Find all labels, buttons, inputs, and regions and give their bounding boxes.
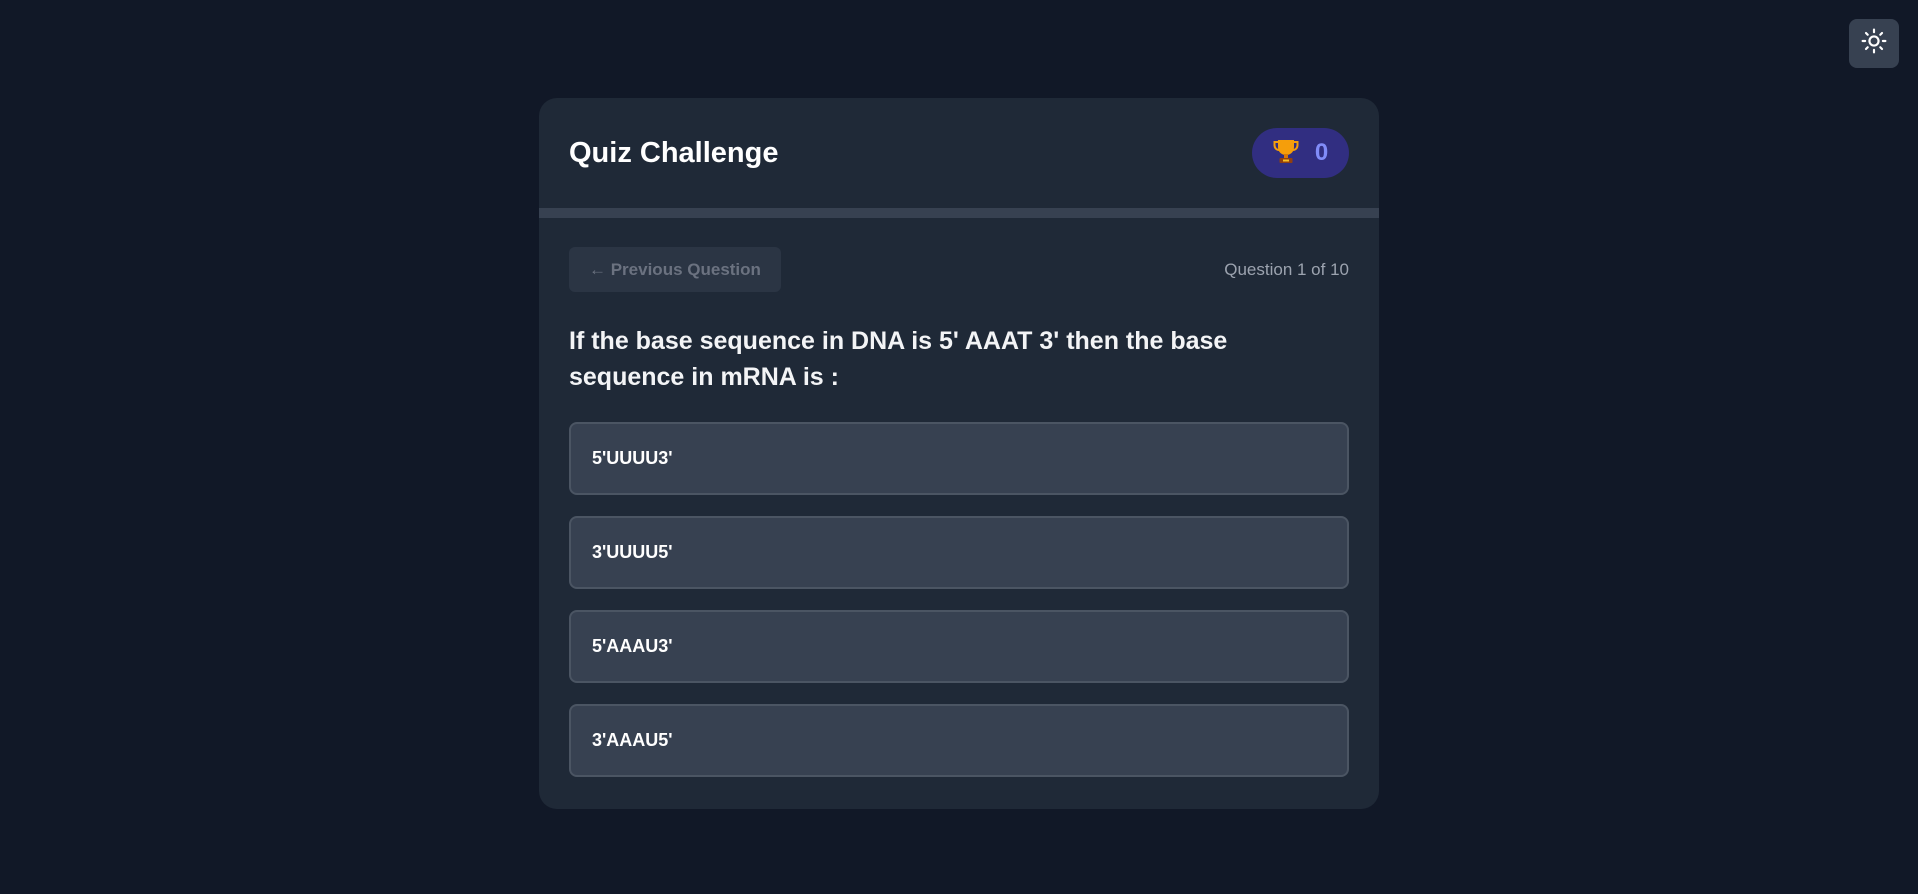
- question-text: If the base sequence in DNA is 5' AAAT 3…: [569, 327, 1228, 391]
- answer-option-4[interactable]: 3'AAAU5': [569, 704, 1349, 777]
- navigation-row: ← Previous Question Question 1 of 10: [569, 247, 1349, 292]
- question-counter: Question 1 of 10: [1224, 259, 1349, 279]
- quiz-card: Quiz Challenge 0 ← Previous Question Que…: [539, 98, 1379, 809]
- trophy-icon: [1273, 137, 1299, 170]
- previous-question-button[interactable]: ← Previous Question: [569, 247, 781, 292]
- answer-option-1[interactable]: 5'UUUU3': [569, 422, 1349, 495]
- answer-option-2[interactable]: 3'UUUU5': [569, 516, 1349, 589]
- score-badge: 0: [1252, 128, 1349, 178]
- progress-bar: [539, 208, 1379, 218]
- quiz-header: Quiz Challenge 0: [539, 98, 1379, 208]
- answer-options: 5'UUUU3' 3'UUUU5' 5'AAAU3' 3'AAAU5': [569, 422, 1349, 777]
- sun-icon: [1861, 28, 1887, 59]
- quiz-body: ← Previous Question Question 1 of 10 If …: [539, 218, 1379, 777]
- quiz-title: Quiz Challenge: [569, 136, 779, 169]
- theme-toggle-button[interactable]: [1849, 19, 1899, 68]
- answer-option-3[interactable]: 5'AAAU3': [569, 610, 1349, 683]
- score-value: 0: [1314, 139, 1329, 166]
